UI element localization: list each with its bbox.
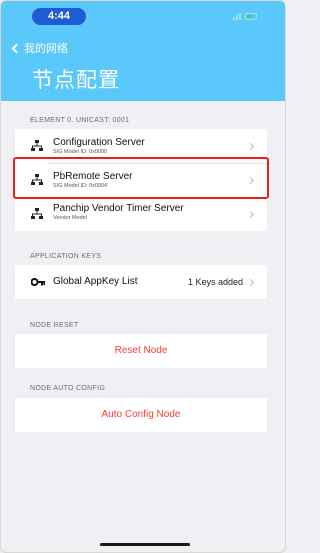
navigation-header: 4:44 我的网络 节点配置 — [1, 1, 285, 101]
chevron-right-icon — [246, 278, 255, 287]
model-row-text: Configuration Server SIG Model ID: 0x000… — [53, 137, 145, 155]
keys-added-count: 1 Keys added — [187, 277, 243, 287]
screen: 4:44 我的网络 节点配置 ELEMENT 0. UNICAST: 0001 — [0, 0, 286, 553]
model-id: SIG Model ID: 0x0000 — [53, 149, 108, 155]
global-appkey-list-row[interactable]: Global AppKey List 1 Keys added — [15, 265, 267, 299]
chevron-right-icon — [246, 142, 255, 151]
battery-icon — [245, 12, 257, 20]
auto-config-node-button[interactable]: Auto Config Node — [15, 409, 267, 420]
model-id: Vendor Model — [53, 215, 87, 221]
app-keys-list: Global AppKey List 1 Keys added — [15, 265, 267, 299]
appkey-list-title: Global AppKey List — [53, 276, 138, 287]
section-header-application-keys: APPLICATION KEYS — [30, 253, 102, 260]
back-button-label: 我的网络 — [24, 43, 68, 55]
section-header-node-auto-config: NODE AUTO CONFIG — [30, 385, 106, 392]
back-button[interactable]: 我的网络 — [10, 40, 68, 56]
model-row-panchip-vendor-timer-server[interactable]: Panchip Vendor Timer Server Vendor Model — [15, 197, 267, 231]
status-icons — [233, 11, 257, 21]
signal-icon — [233, 12, 241, 20]
chevron-right-icon — [246, 210, 255, 219]
section-header-element: ELEMENT 0. UNICAST: 0001 — [30, 117, 130, 124]
network-node-icon — [31, 140, 43, 151]
node-auto-config-list: Auto Config Node — [15, 398, 267, 432]
row-text: Global AppKey List — [53, 276, 138, 287]
reset-node-button[interactable]: Reset Node — [15, 345, 267, 356]
selection-highlight — [13, 157, 269, 199]
section-header-node-reset: NODE RESET — [30, 322, 79, 329]
status-time: 4:44 — [32, 8, 86, 25]
model-name: Panchip Vendor Timer Server — [53, 203, 184, 214]
model-row-text: Panchip Vendor Timer Server Vendor Model — [53, 203, 184, 221]
home-indicator[interactable] — [100, 543, 190, 546]
page-title: 节点配置 — [32, 69, 120, 92]
network-node-icon — [31, 208, 43, 219]
model-name: Configuration Server — [53, 137, 145, 148]
status-bar: 4:44 — [1, 1, 285, 29]
key-icon — [31, 278, 45, 286]
chevron-left-icon — [11, 43, 22, 53]
node-reset-list: Reset Node — [15, 334, 267, 368]
